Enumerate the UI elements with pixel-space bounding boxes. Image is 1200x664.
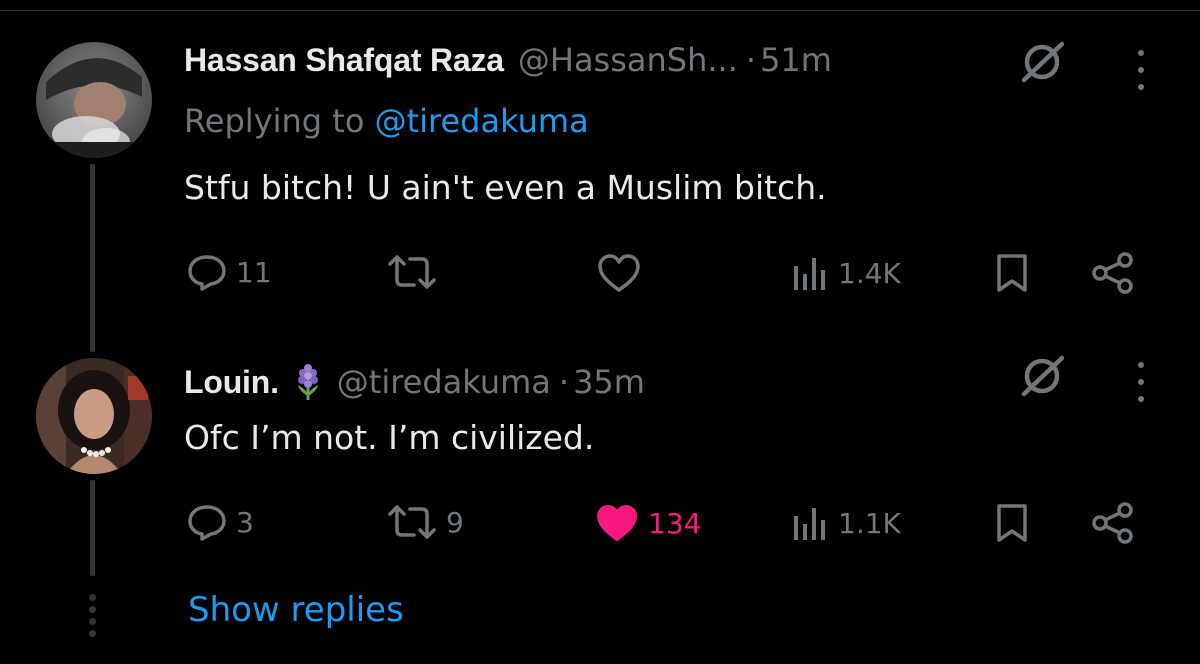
timestamp[interactable]: 51m bbox=[760, 41, 832, 79]
reply-count: 3 bbox=[236, 505, 254, 539]
share-button[interactable] bbox=[1088, 250, 1138, 296]
avatar-hassan[interactable] bbox=[36, 42, 152, 158]
grok-icon[interactable] bbox=[1016, 352, 1072, 400]
heart-icon bbox=[598, 254, 640, 292]
replying-to: Replying to @tiredakuma bbox=[184, 102, 589, 140]
share-icon bbox=[1092, 502, 1133, 544]
bookmark-icon bbox=[997, 254, 1027, 292]
views-button[interactable]: 1.1K bbox=[790, 504, 901, 542]
separator-dot: · bbox=[745, 41, 757, 79]
retweet-button[interactable] bbox=[386, 252, 446, 292]
reply-icon bbox=[188, 255, 226, 291]
user-handle[interactable]: @HassanSh... bbox=[518, 41, 738, 79]
hyacinth-flower-icon bbox=[293, 363, 323, 401]
top-divider bbox=[0, 0, 1200, 11]
views-button[interactable]: 1.4K bbox=[790, 254, 901, 292]
tweet-text: Ofc I’m not. I’m civilized. bbox=[184, 418, 595, 457]
like-button[interactable]: 134 bbox=[594, 502, 701, 544]
retweet-icon bbox=[388, 505, 436, 539]
retweet-icon bbox=[388, 255, 436, 289]
show-replies-link[interactable]: Show replies bbox=[188, 590, 404, 630]
display-name[interactable]: Hassan Shafqat Raza bbox=[184, 42, 504, 79]
mention-link[interactable]: @tiredakuma bbox=[375, 102, 589, 140]
more-options-icon[interactable] bbox=[1134, 362, 1148, 402]
grok-icon[interactable] bbox=[1016, 38, 1072, 86]
like-button[interactable] bbox=[596, 252, 650, 294]
share-button[interactable] bbox=[1088, 500, 1138, 546]
retweet-button[interactable]: 9 bbox=[386, 502, 464, 542]
views-count: 1.4K bbox=[838, 256, 901, 290]
reply-icon bbox=[188, 505, 226, 541]
reply-count: 11 bbox=[236, 255, 272, 289]
share-icon bbox=[1092, 252, 1133, 294]
avatar-louin[interactable] bbox=[36, 358, 152, 474]
retweet-count: 9 bbox=[446, 505, 464, 539]
views-chart-icon bbox=[794, 258, 825, 290]
views-chart-icon bbox=[794, 508, 825, 540]
views-count: 1.1K bbox=[838, 506, 901, 540]
reply-button[interactable]: 11 bbox=[186, 252, 272, 292]
bookmark-button[interactable] bbox=[994, 502, 1030, 544]
tweet-text: Stfu bitch! U ain't even a Muslim bitch. bbox=[184, 168, 827, 207]
thread-connector bbox=[90, 480, 95, 576]
tweet-header: Hassan Shafqat Raza @HassanSh... · 51m bbox=[184, 40, 832, 80]
timestamp[interactable]: 35m bbox=[573, 363, 645, 401]
heart-filled-icon bbox=[597, 505, 637, 541]
thread-connector bbox=[90, 164, 95, 352]
more-options-icon[interactable] bbox=[1134, 50, 1148, 90]
replying-prefix: Replying to bbox=[184, 102, 365, 140]
bookmark-icon bbox=[997, 504, 1027, 542]
user-handle[interactable]: @tiredakuma bbox=[337, 363, 551, 401]
reply-button[interactable]: 3 bbox=[186, 502, 254, 542]
bookmark-button[interactable] bbox=[994, 252, 1030, 294]
thread-more-dots bbox=[88, 594, 96, 637]
tweet-header: Louin. @tiredakuma · 35m bbox=[184, 362, 645, 402]
like-count: 134 bbox=[648, 506, 702, 540]
display-name[interactable]: Louin. bbox=[184, 364, 279, 401]
separator-dot: · bbox=[558, 363, 570, 401]
